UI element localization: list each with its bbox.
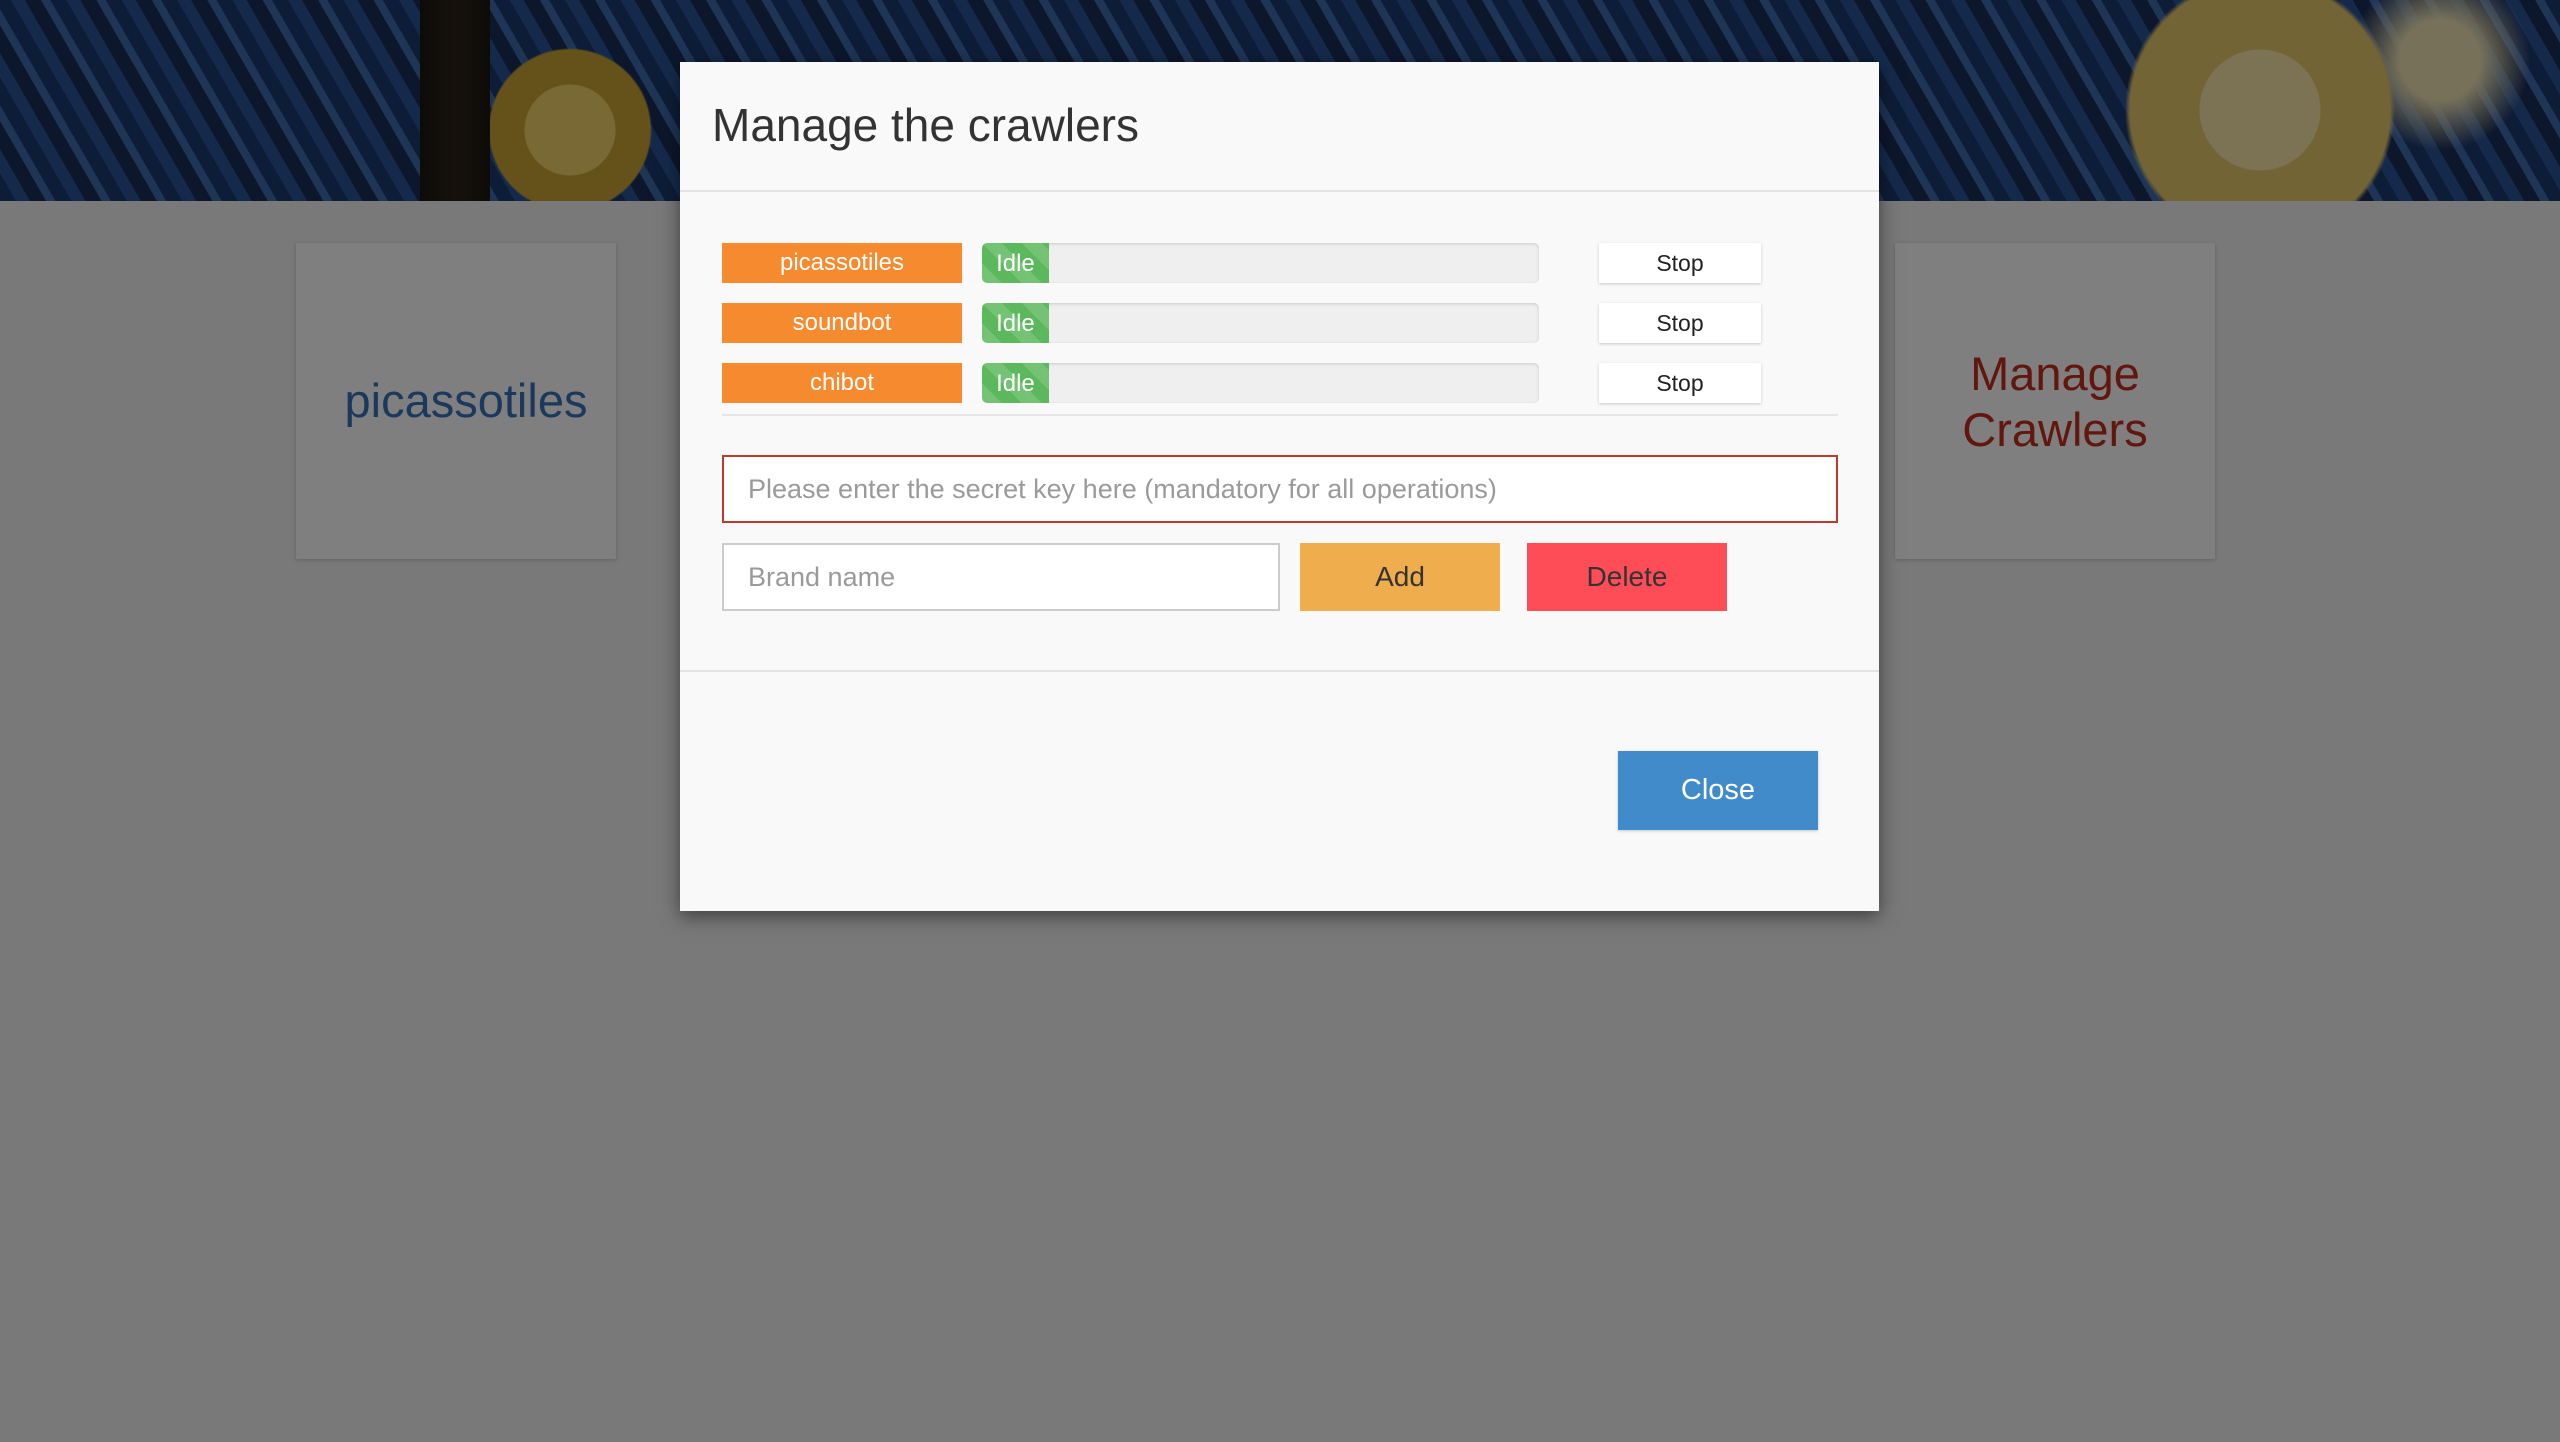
stop-button[interactable]: Stop [1599,243,1761,283]
crawler-name-badge: soundbot [722,303,962,343]
close-button[interactable]: Close [1618,751,1818,830]
crawler-row: picassotiles Idle Stop [722,243,1838,283]
secret-key-input[interactable] [722,455,1838,523]
crawler-row: soundbot Idle Stop [722,303,1838,343]
divider [722,414,1838,416]
crawler-progress-bar: Idle [982,303,1539,343]
dialog-title: Manage the crawlers [712,99,1139,151]
stop-button[interactable]: Stop [1599,363,1761,403]
divider [680,190,1879,192]
divider [680,670,1879,672]
crawler-row: chibot Idle Stop [722,363,1838,403]
delete-button[interactable]: Delete [1527,543,1727,611]
crawler-progress-bar: Idle [982,243,1539,283]
brand-name-input[interactable] [722,543,1280,611]
page: picassotiles Manage Crawlers Manage the … [0,0,2560,1442]
crawler-progress-bar: Idle [982,363,1539,403]
crawler-status: Idle [982,243,1049,283]
crawler-name-badge: picassotiles [722,243,962,283]
crawler-status: Idle [982,363,1049,403]
stop-button[interactable]: Stop [1599,303,1761,343]
crawler-name-badge: chibot [722,363,962,403]
crawler-status: Idle [982,303,1049,343]
add-button[interactable]: Add [1300,543,1500,611]
manage-crawlers-dialog: Manage the crawlers picassotiles Idle St… [680,62,1879,911]
